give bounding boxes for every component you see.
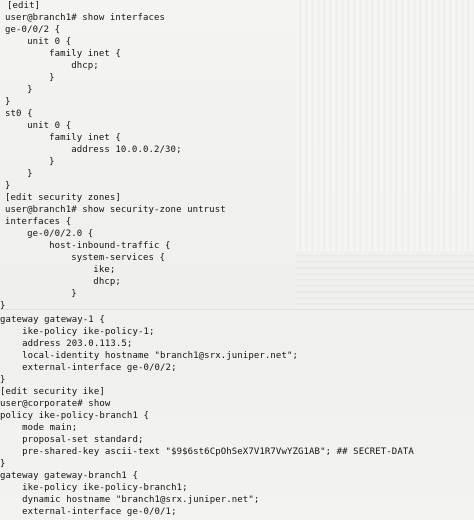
- terminal-line: [edit]: [7, 1, 41, 11]
- terminal-line: pre-shared-key ascii-text "$9$6st6CpOhSe…: [0, 447, 414, 457]
- terminal-line: }: [0, 459, 6, 469]
- terminal-line: address 203.0.113.5;: [0, 339, 133, 349]
- terminal-line: address 10.0.0.2/30;: [5, 145, 182, 155]
- terminal-line: ike-policy ike-policy-1;: [0, 327, 155, 337]
- terminal-line: external-interface ge-0/0/1;: [0, 507, 177, 517]
- terminal-line: gateway gateway-branch1 {: [0, 471, 138, 481]
- terminal-line: [edit security ike]: [0, 387, 105, 397]
- terminal-line: dhcp;: [5, 277, 121, 287]
- terminal-line: mode main;: [0, 423, 78, 433]
- terminal-line: [edit security zones]: [5, 193, 121, 203]
- terminal-line: }: [5, 73, 55, 83]
- terminal-line: ike-policy ike-policy-branch1;: [0, 483, 188, 493]
- terminal-line: external-interface ge-0/0/2;: [0, 363, 177, 373]
- terminal-line: }: [5, 157, 55, 167]
- terminal-line: }: [5, 169, 33, 179]
- terminal-line: proposal-set standard;: [0, 435, 144, 445]
- terminal-line: system-services {: [5, 253, 166, 263]
- terminal-line: ge-0/0/2.0 {: [5, 229, 94, 239]
- terminal-line: user@branch1# show security-zone untrust: [5, 205, 226, 215]
- terminal-line: }: [0, 375, 6, 385]
- terminal-line: }: [5, 289, 77, 299]
- terminal-line: st0 {: [5, 109, 33, 119]
- terminal-screen: [edit] user@branch1# show interfaces ge-…: [0, 0, 474, 520]
- terminal-line: ge-0/0/2 {: [5, 25, 61, 35]
- terminal-output: [edit] user@branch1# show interfaces ge-…: [0, 0, 474, 520]
- terminal-line: }: [5, 85, 33, 95]
- terminal-line: user@branch1# show interfaces: [5, 13, 166, 23]
- terminal-line: gateway gateway-1 {: [0, 315, 105, 325]
- terminal-line: ike;: [5, 265, 116, 275]
- terminal-line: family inet {: [5, 49, 121, 59]
- terminal-line: }: [0, 301, 6, 311]
- terminal-line: local-identity hostname "branch1@srx.jun…: [0, 351, 298, 361]
- terminal-line: policy ike-policy-branch1 {: [0, 411, 149, 421]
- terminal-line: unit 0 {: [5, 37, 72, 47]
- terminal-line: unit 0 {: [5, 121, 72, 131]
- terminal-line: family inet {: [5, 133, 121, 143]
- terminal-line: user@corporate# show: [0, 399, 111, 409]
- terminal-line: }: [5, 181, 11, 191]
- terminal-line: dynamic hostname "branch1@srx.juniper.ne…: [0, 495, 260, 505]
- terminal-line: interfaces {: [5, 217, 72, 227]
- terminal-line: dhcp;: [5, 61, 99, 71]
- terminal-line: }: [5, 97, 11, 107]
- terminal-line: host-inbound-traffic {: [5, 241, 171, 251]
